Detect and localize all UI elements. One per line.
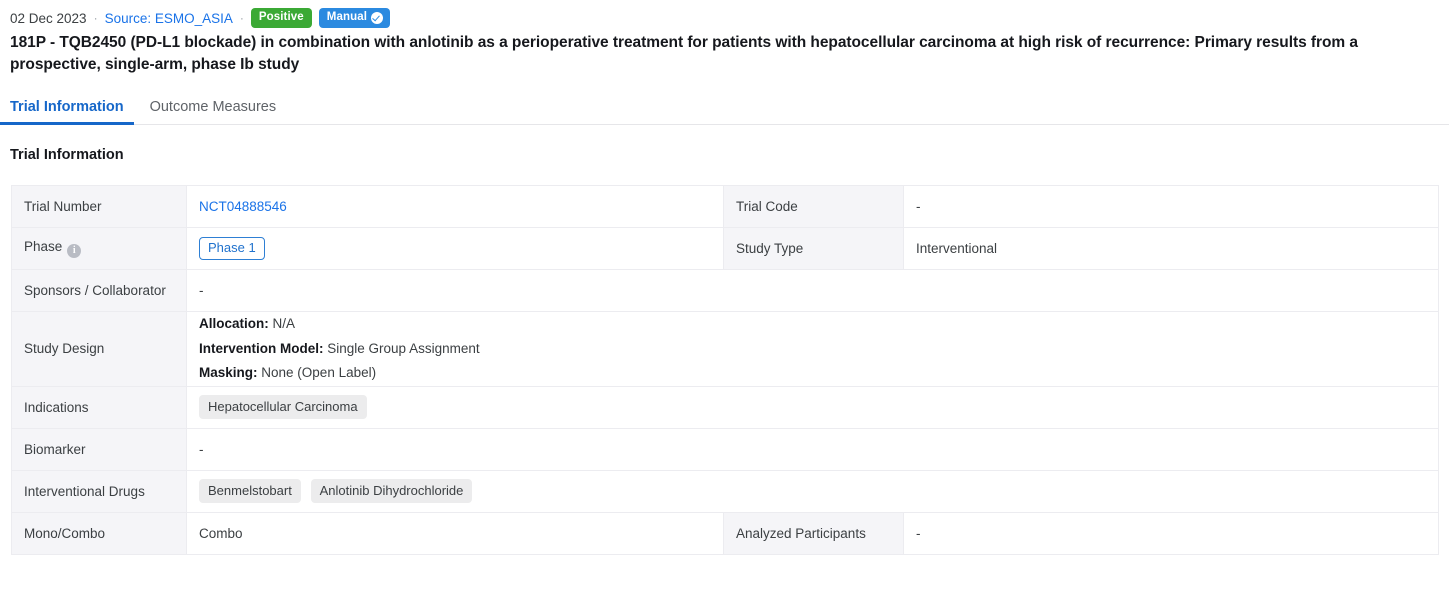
check-circle-icon	[371, 11, 383, 24]
row-label-phase: Phase i	[11, 226, 187, 270]
trial-information-table: Trial Number NCT04888546 Trial Code - Ph…	[11, 184, 1439, 555]
tab-trial-information[interactable]: Trial Information	[0, 99, 134, 125]
study-design-masking-key: Masking:	[199, 365, 258, 381]
study-design-masking: Masking: None (Open Label)	[199, 361, 1426, 386]
table-row: Indications Hepatocellular Carcinoma	[11, 385, 1439, 429]
study-design-masking-value: None (Open Label)	[261, 365, 377, 381]
table-row: Trial Number NCT04888546 Trial Code -	[11, 184, 1439, 228]
row-label-mono-combo: Mono/Combo	[11, 511, 187, 555]
tab-bar: Trial Information Outcome Measures	[0, 90, 1449, 125]
table-row: Biomarker -	[11, 427, 1439, 471]
trial-number-link[interactable]: NCT04888546	[199, 199, 287, 214]
status-badge-manual[interactable]: Manual	[318, 8, 390, 28]
row-value-biomarker: -	[186, 427, 1439, 471]
phase-chip[interactable]: Phase 1	[199, 237, 265, 260]
row-value-trial-code: -	[903, 184, 1439, 228]
row-value-indications: Hepatocellular Carcinoma	[186, 385, 1439, 429]
study-design-allocation: Allocation: N/A	[199, 312, 1426, 337]
row-value-study-type: Interventional	[903, 226, 1439, 270]
drug-chip[interactable]: Anlotinib Dihydrochloride	[310, 478, 473, 504]
status-badge-positive-label: Positive	[258, 10, 304, 23]
row-value-analyzed-participants: -	[903, 511, 1439, 555]
table-row: Phase i Phase 1 Study Type Interventional	[11, 226, 1439, 270]
row-value-study-design: Allocation: N/A Intervention Model: Sing…	[186, 310, 1439, 387]
drug-chip[interactable]: Benmelstobart	[199, 478, 301, 504]
row-label-interventional-drugs: Interventional Drugs	[11, 469, 187, 513]
row-label-study-design: Study Design	[11, 310, 187, 387]
study-design-intervention-model-value: Single Group Assignment	[327, 340, 480, 356]
table-row: Study Design Allocation: N/A Interventio…	[11, 310, 1439, 387]
row-label-phase-text: Phase	[24, 238, 63, 254]
row-label-sponsors-collaborator: Sponsors / Collaborator	[11, 268, 187, 312]
row-label-trial-number: Trial Number	[11, 184, 187, 228]
publication-date: 02 Dec 2023	[10, 10, 87, 26]
study-design-allocation-value: N/A	[272, 315, 296, 331]
table-row: Mono/Combo Combo Analyzed Participants -	[11, 511, 1439, 555]
section-heading: Trial Information	[10, 146, 124, 163]
tab-outcome-measures-label: Outcome Measures	[149, 99, 277, 116]
row-label-study-type: Study Type	[723, 226, 904, 270]
row-value-trial-number: NCT04888546	[186, 184, 724, 228]
info-icon[interactable]: i	[67, 243, 82, 258]
page-title: 181P - TQB2450 (PD-L1 blockade) in combi…	[10, 34, 1358, 74]
row-value-sponsors-collaborator: -	[186, 268, 1439, 312]
meta-separator-1: ·	[93, 11, 98, 25]
source-link[interactable]: Source: ESMO_ASIA	[105, 11, 233, 26]
status-badge-manual-label: Manual	[326, 10, 367, 23]
row-label-analyzed-participants: Analyzed Participants	[723, 511, 904, 555]
status-badge-positive[interactable]: Positive	[250, 8, 312, 28]
tab-outcome-measures[interactable]: Outcome Measures	[134, 100, 291, 124]
row-value-phase: Phase 1	[186, 226, 724, 270]
row-label-trial-code: Trial Code	[723, 184, 904, 228]
indication-chip[interactable]: Hepatocellular Carcinoma	[199, 394, 367, 420]
row-value-interventional-drugs: Benmelstobart Anlotinib Dihydrochloride	[186, 469, 1439, 513]
row-label-biomarker: Biomarker	[11, 427, 187, 471]
table-row: Sponsors / Collaborator -	[11, 268, 1439, 312]
tab-trial-information-label: Trial Information	[10, 99, 124, 116]
row-label-indications: Indications	[11, 385, 187, 429]
row-value-mono-combo: Combo	[186, 511, 724, 555]
table-row: Interventional Drugs Benmelstobart Anlot…	[11, 469, 1439, 513]
meta-bar: 02 Dec 2023 · Source: ESMO_ASIA · Positi…	[0, 0, 1449, 28]
study-design-allocation-key: Allocation:	[199, 315, 269, 331]
trial-information-table-wrapper: Trial Number NCT04888546 Trial Code - Ph…	[0, 163, 1449, 555]
meta-separator-2: ·	[239, 11, 244, 25]
study-design-intervention-model-key: Intervention Model:	[199, 340, 324, 356]
study-design-intervention-model: Intervention Model: Single Group Assignm…	[199, 337, 1426, 362]
